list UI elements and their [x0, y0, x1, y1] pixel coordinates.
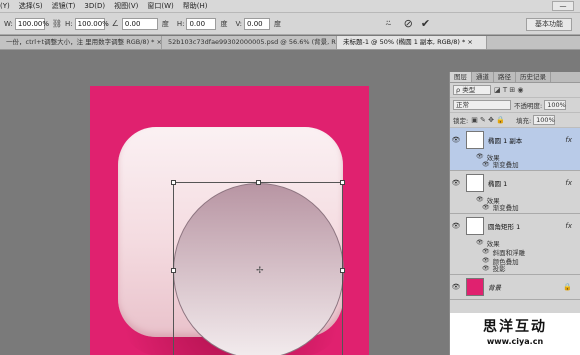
fill-field[interactable]: 100% [533, 115, 556, 125]
opacity-label: 不透明度: [514, 102, 543, 110]
document-tab-bar: 一份，ctrl+t调整大小，注 里用数字调整 RGB/8) * × 52b103… [0, 36, 580, 50]
fx-icon[interactable]: fx [565, 136, 572, 144]
angle-unit: 度 [161, 19, 169, 28]
handle-middle-right[interactable] [340, 268, 345, 273]
layer-thumbnail [466, 131, 484, 149]
layer-ellipse-1-copy[interactable]: 👁 椭圆 1 副本 fx 👁 效果 👁 渐变叠加 [450, 128, 580, 171]
layer-thumbnail [466, 278, 484, 296]
eye-icon[interactable]: 👁 [482, 161, 490, 168]
hskew-field[interactable]: 0.00 [186, 17, 217, 30]
menu-item-view[interactable]: 视图(V) [114, 1, 138, 11]
watermark: 思洋互动 www.ciya.cn [450, 313, 580, 355]
menu-item-filter[interactable]: 滤镜(T) [52, 1, 76, 11]
canvas-area[interactable]: ✢ [0, 50, 448, 355]
layer-name[interactable]: 椭圆 1 [488, 178, 565, 188]
height-label: H: [65, 19, 73, 28]
lock-label: 锁定: [453, 117, 469, 125]
effect-item[interactable]: 👁 渐变叠加 [450, 204, 580, 213]
fill-label: 填充: [515, 117, 532, 125]
lock-row: 锁定: ▣ ✎ ✥ 🔒 填充: 100% [450, 113, 580, 128]
vskew-label: V: [235, 19, 243, 28]
vskew-unit: 度 [274, 19, 282, 28]
lock-icon: 🔒 [563, 283, 572, 291]
minimize-button[interactable]: — [552, 1, 574, 11]
handle-middle-left[interactable] [171, 268, 176, 273]
tab-doc-2[interactable]: 52b103c73dfae99302000005.psd @ 56.6% (背景… [162, 36, 337, 49]
menu-item-select[interactable]: 选择(S) [19, 1, 43, 11]
layer-name[interactable]: 背景 [488, 282, 563, 292]
eye-icon[interactable]: 👁 [482, 248, 490, 255]
tab-doc-3[interactable]: 未标题-1 @ 50% (椭圆 1 副本, RGB/8) * × [337, 36, 487, 49]
handle-top-right[interactable] [340, 180, 345, 185]
eye-icon[interactable]: 👁 [450, 136, 462, 144]
handle-top-center[interactable] [256, 180, 261, 185]
eye-icon[interactable]: 👁 [476, 239, 484, 246]
hskew-unit: 度 [220, 19, 228, 28]
layer-name[interactable]: 椭圆 1 副本 [488, 135, 565, 145]
tab-history[interactable]: 历史记录 [516, 72, 551, 82]
effect-label: 投影 [492, 265, 506, 273]
angle-field[interactable]: 0.00 [121, 17, 158, 30]
document-canvas[interactable]: ✢ [90, 86, 369, 355]
layer-name[interactable]: 圆角矩形 1 [488, 221, 565, 231]
eye-icon[interactable]: 👁 [450, 222, 462, 230]
width-label: W: [4, 19, 13, 28]
fx-icon[interactable]: fx [565, 222, 572, 230]
kind-filter-select[interactable]: ρ 类型 [453, 85, 491, 95]
eye-icon[interactable]: 👁 [476, 196, 484, 203]
effect-item[interactable]: 👁 渐变叠加 [450, 161, 580, 170]
rounded-rect-icon[interactable]: ✢ [118, 127, 345, 355]
layer-thumbnail [466, 174, 484, 192]
watermark-title: 思洋互动 [483, 319, 547, 335]
effect-item[interactable]: 👁 投影 [450, 265, 580, 274]
blend-row: 正常 不透明度: 100% [450, 98, 580, 113]
layer-ellipse-1[interactable]: 👁 椭圆 1 fx 👁 效果 👁 渐变叠加 [450, 171, 580, 214]
commit-icon[interactable]: ✔ [421, 17, 430, 30]
width-field[interactable]: 100.00% [14, 17, 49, 30]
lock-icons[interactable]: ▣ ✎ ✥ 🔒 [471, 116, 505, 124]
effect-label: 渐变叠加 [492, 204, 519, 212]
reference-point-icon[interactable]: ✢ [256, 267, 264, 276]
hskew-label: H: [176, 19, 185, 28]
menu-item-3d[interactable]: 3D(D) [84, 2, 105, 10]
eye-icon[interactable]: 👁 [482, 204, 490, 211]
tab-doc-1[interactable]: 一份，ctrl+t调整大小，注 里用数字调整 RGB/8) * × [0, 36, 162, 49]
layer-background[interactable]: 👁 背景 🔒 [450, 275, 580, 300]
eye-icon[interactable]: 👁 [450, 179, 462, 187]
opacity-field[interactable]: 100% [544, 100, 567, 110]
filter-icons[interactable]: ◪ T ⊞ ◉ [494, 86, 524, 94]
watermark-url: www.ciya.cn [486, 337, 544, 346]
blend-mode-select[interactable]: 正常 [453, 100, 511, 110]
eye-icon[interactable]: 👁 [482, 265, 490, 272]
tab-layers[interactable]: 图层 [450, 72, 472, 82]
effect-label: 渐变叠加 [492, 161, 519, 169]
eye-icon[interactable]: 👁 [476, 153, 484, 160]
layer-rounded-rect-1[interactable]: 👁 圆角矩形 1 fx 👁 效果 👁 斜面和浮雕 👁 颜色叠加 👁 投影 [450, 214, 580, 275]
vskew-field[interactable]: 0.00 [244, 17, 271, 30]
link-icon[interactable]: ⛓ [52, 19, 62, 28]
warp-icon[interactable]: ⍨ [385, 17, 392, 31]
eye-icon[interactable]: 👁 [482, 257, 490, 264]
layer-thumbnail [466, 217, 484, 235]
panel-tabs: 图层 通道 路径 历史记录 [450, 72, 580, 83]
menu-item-window[interactable]: 窗口(W) [147, 1, 173, 11]
menu-item-unknown[interactable]: (Y) [0, 2, 10, 10]
fx-icon[interactable]: fx [565, 179, 572, 187]
eye-icon[interactable]: 👁 [450, 283, 462, 291]
menu-bar: (Y) 选择(S) 滤镜(T) 3D(D) 视图(V) 窗口(W) 帮助(H) … [0, 0, 580, 13]
angle-icon: ∠ [111, 19, 119, 28]
options-bar: W: 100.00% ⛓ H: 100.00% ∠ 0.00 度 H: 0.00… [0, 13, 580, 35]
layer-filter-row: ρ 类型 ◪ T ⊞ ◉ [450, 83, 580, 98]
cancel-icon[interactable]: ⊘ [404, 17, 413, 30]
tab-channels[interactable]: 通道 [472, 72, 494, 82]
menu-item-help[interactable]: 帮助(H) [183, 1, 208, 11]
effect-item[interactable]: 👁 颜色叠加 [450, 256, 580, 266]
height-field[interactable]: 100.00% [74, 17, 109, 30]
handle-top-left[interactable] [171, 180, 176, 185]
workspace-button[interactable]: 基本功能 [526, 18, 572, 31]
tab-paths[interactable]: 路径 [494, 72, 516, 82]
